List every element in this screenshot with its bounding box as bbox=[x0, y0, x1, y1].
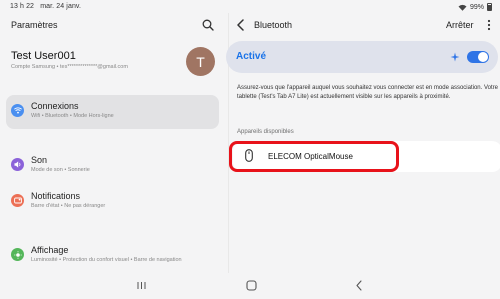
pairing-description: Assurez-vous que l'appareil auquel vous … bbox=[237, 85, 498, 100]
back-arrow-icon[interactable] bbox=[236, 19, 246, 31]
status-indicators: 99% bbox=[458, 3, 492, 11]
battery-percent: 99% bbox=[469, 3, 484, 11]
settings-pane: Paramètres Test User001 Compte Samsung •… bbox=[0, 13, 228, 273]
menu-item-subtitle: Barre d'état • Ne pas déranger bbox=[31, 203, 106, 209]
stop-scan-button[interactable]: Arrêter bbox=[446, 20, 474, 30]
menu-item-title: Connexions bbox=[31, 101, 79, 111]
wifi-icon bbox=[11, 104, 24, 117]
back-icon[interactable] bbox=[355, 280, 363, 291]
search-icon[interactable] bbox=[202, 19, 214, 31]
wifi-signal-icon bbox=[458, 4, 467, 11]
menu-item-title: Notifications bbox=[31, 191, 81, 201]
menu-item-son[interactable]: Son Mode de son • Sonnerie bbox=[6, 149, 219, 183]
display-icon bbox=[11, 248, 24, 261]
toggle-knob bbox=[478, 52, 488, 62]
device-highlight-outline bbox=[229, 141, 399, 172]
bluetooth-pane: Bluetooth Arrêter Activé Assurez-vous qu… bbox=[226, 13, 500, 273]
menu-item-affichage[interactable]: Affichage Luminosité • Protection du con… bbox=[6, 239, 219, 273]
bluetooth-status-label: Activé bbox=[236, 51, 267, 62]
menu-item-title: Affichage bbox=[31, 245, 69, 255]
account-subtitle: Compte Samsung • tes**************@gmail… bbox=[11, 64, 128, 70]
menu-item-title: Son bbox=[31, 155, 48, 165]
menu-item-notifications[interactable]: Notifications Barre d'état • Ne pas déra… bbox=[6, 185, 219, 219]
menu-item-subtitle: Wifi • Bluetooth • Mode Hors-ligne bbox=[31, 113, 114, 119]
home-icon[interactable] bbox=[246, 280, 257, 291]
menu-item-subtitle: Luminosité • Protection du confort visue… bbox=[31, 257, 182, 263]
volume-icon bbox=[11, 158, 24, 171]
menu-item-subtitle: Mode de son • Sonnerie bbox=[31, 167, 90, 173]
page-title: Paramètres bbox=[11, 20, 58, 30]
account-name: Test User001 bbox=[11, 50, 76, 62]
account-card[interactable]: Test User001 Compte Samsung • tes*******… bbox=[0, 45, 228, 81]
bluetooth-master-switch[interactable]: Activé bbox=[226, 41, 498, 73]
scanning-icon bbox=[450, 52, 460, 62]
menu-item-connexions[interactable]: Connexions Wifi • Bluetooth • Mode Hors-… bbox=[6, 95, 219, 129]
recent-apps-icon[interactable] bbox=[136, 281, 147, 290]
battery-icon bbox=[487, 3, 492, 11]
more-options-icon[interactable] bbox=[487, 19, 491, 31]
available-devices-heading: Appareils disponibles bbox=[237, 129, 294, 135]
status-time-date: 13 h 22 mar. 24 janv. bbox=[10, 3, 81, 10]
status-time: 13 h 22 bbox=[10, 3, 35, 10]
bluetooth-toggle[interactable] bbox=[467, 51, 489, 63]
avatar[interactable]: T bbox=[186, 47, 215, 76]
bluetooth-title: Bluetooth bbox=[254, 20, 293, 30]
status-bar: 13 h 22 mar. 24 janv. 99% bbox=[0, 0, 500, 13]
notification-icon bbox=[11, 194, 24, 207]
status-date: mar. 24 janv. bbox=[40, 3, 82, 10]
navigation-bar bbox=[0, 273, 500, 299]
